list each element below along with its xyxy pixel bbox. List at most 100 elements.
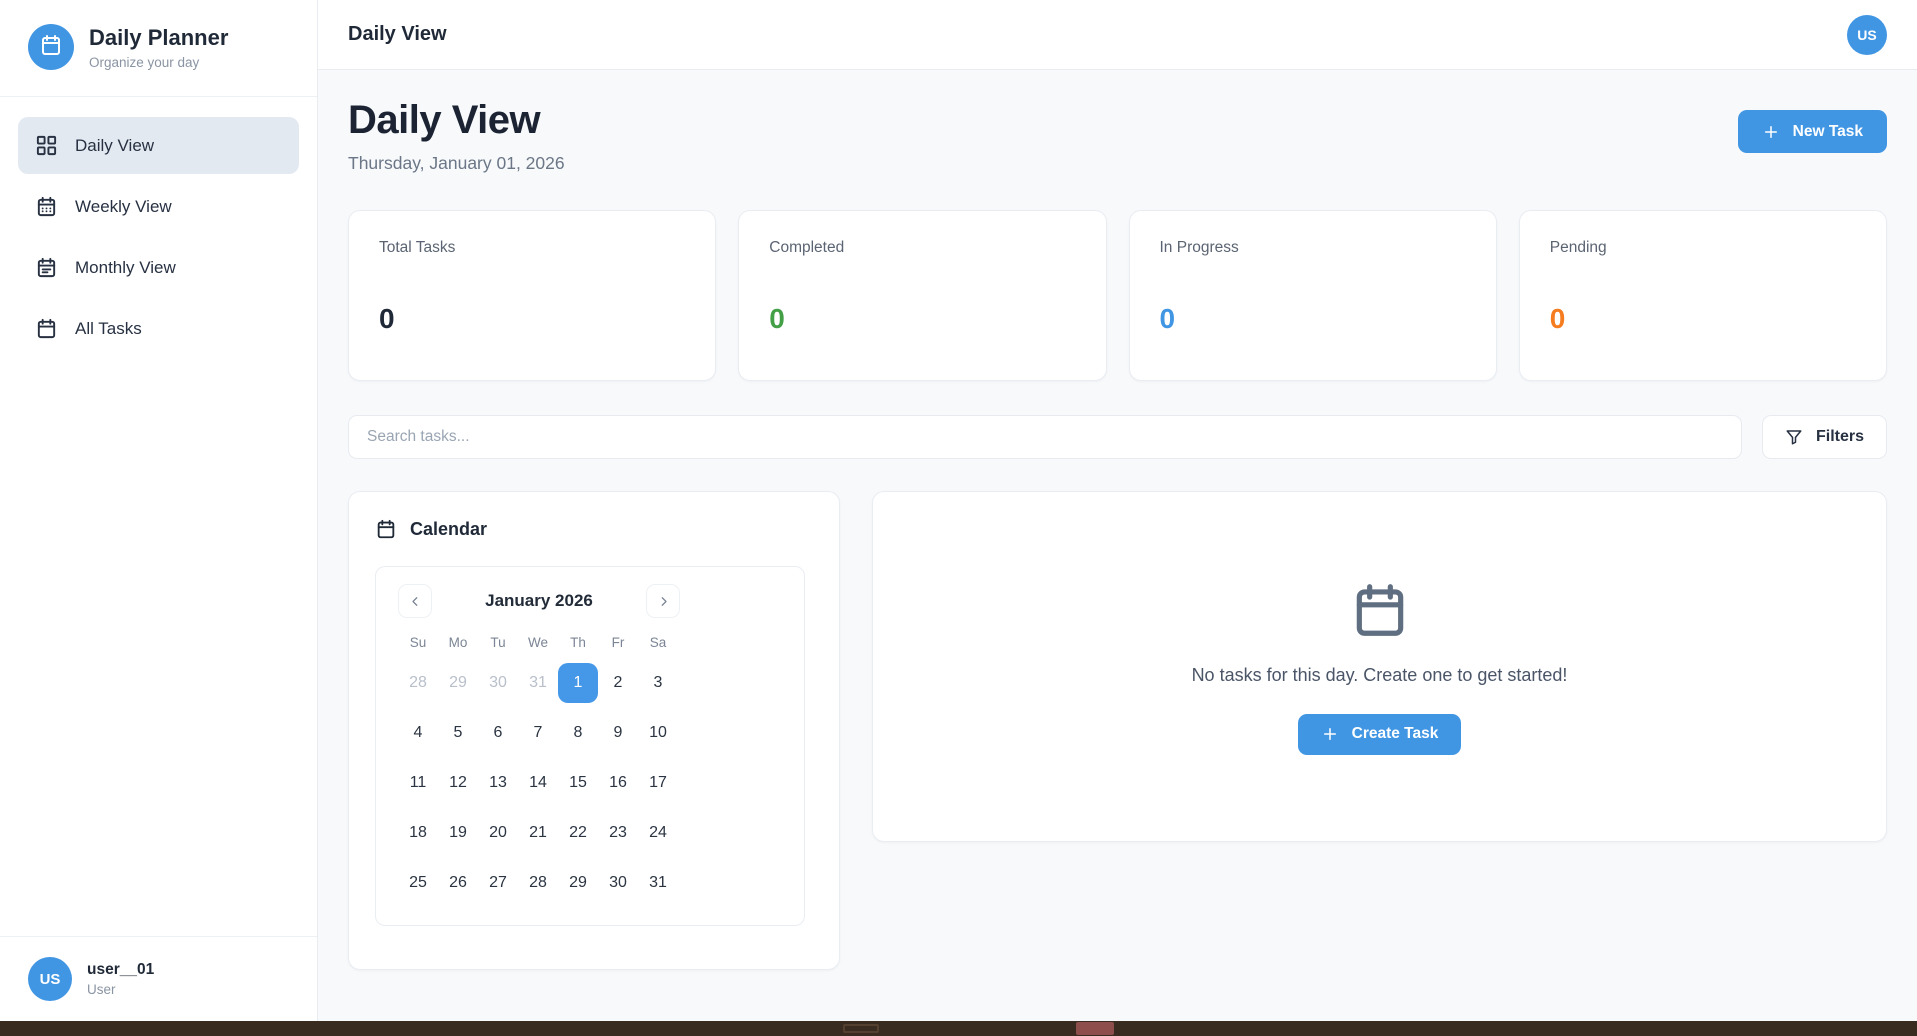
weekday-row: SuMoTuWeThFrSa	[398, 635, 680, 650]
day-cell-selected[interactable]: 1	[558, 663, 598, 703]
day-cell[interactable]: 21	[518, 813, 558, 853]
sidebar-item-monthly-view[interactable]: Monthly View	[18, 239, 299, 296]
taskbar-strip	[0, 1021, 1917, 1036]
create-task-button[interactable]: Create Task	[1298, 714, 1462, 755]
weekday-label: Mo	[438, 635, 478, 650]
stat-card-pending: Pending 0	[1519, 210, 1887, 381]
calendar-card: Calendar January 2026	[348, 491, 840, 970]
chevron-right-icon	[656, 594, 671, 609]
calendar-lines-icon	[35, 256, 58, 279]
day-cell[interactable]: 28	[518, 863, 558, 903]
page-title: Daily View	[348, 98, 565, 143]
stat-card-total-tasks: Total Tasks0	[348, 210, 716, 381]
empty-state-message: No tasks for this day. Create one to get…	[1192, 665, 1568, 686]
day-cell[interactable]: 14	[518, 763, 558, 803]
stat-value: 0	[1550, 303, 1856, 335]
app-tagline: Organize your day	[89, 55, 228, 70]
topbar-avatar[interactable]: US	[1847, 15, 1887, 55]
day-cell[interactable]: 17	[638, 763, 678, 803]
app-window: Daily Planner Organize your day Daily Vi…	[0, 0, 1917, 1021]
prev-month-button[interactable]	[398, 584, 432, 618]
sidebar-item-all-tasks[interactable]: All Tasks	[18, 300, 299, 357]
calendar-card-title: Calendar	[410, 519, 487, 540]
app-logo-section: Daily Planner Organize your day	[0, 0, 317, 97]
stat-label: Pending	[1550, 239, 1856, 257]
user-role: User	[87, 982, 154, 997]
stat-value: 0	[379, 303, 685, 335]
grid-icon	[35, 134, 58, 157]
day-cell[interactable]: 18	[398, 813, 438, 853]
day-cell[interactable]: 30	[478, 663, 518, 703]
calendar-month-label: January 2026	[485, 591, 593, 611]
sidebar-item-label: Monthly View	[75, 258, 176, 278]
day-cell[interactable]: 5	[438, 713, 478, 753]
day-cell[interactable]: 29	[438, 663, 478, 703]
day-cell[interactable]: 16	[598, 763, 638, 803]
day-cell[interactable]: 8	[558, 713, 598, 753]
sidebar: Daily Planner Organize your day Daily Vi…	[0, 0, 318, 1021]
day-cell[interactable]: 3	[638, 663, 678, 703]
next-month-button[interactable]	[646, 584, 680, 618]
weekday-label: Fr	[598, 635, 638, 650]
sidebar-item-label: All Tasks	[75, 319, 142, 339]
stat-value: 0	[1160, 303, 1466, 335]
weekday-label: Th	[558, 635, 598, 650]
day-cell[interactable]: 10	[638, 713, 678, 753]
new-task-button[interactable]: New Task	[1738, 110, 1887, 153]
day-cell[interactable]: 9	[598, 713, 638, 753]
stats-row: Total Tasks0Completed0In Progress0Pendin…	[348, 210, 1887, 381]
day-cell[interactable]: 24	[638, 813, 678, 853]
day-grid: 2829303112345678910111213141516171819202…	[398, 663, 680, 903]
stat-value: 0	[769, 303, 1075, 335]
day-cell[interactable]: 31	[518, 663, 558, 703]
day-cell[interactable]: 7	[518, 713, 558, 753]
sidebar-nav: Daily View Weekly View Monthly View All Tas…	[0, 97, 317, 936]
taskbar-item	[1076, 1022, 1114, 1035]
day-cell[interactable]: 11	[398, 763, 438, 803]
app-logo	[28, 24, 74, 70]
stat-card-completed: Completed 0	[738, 210, 1106, 381]
sidebar-user[interactable]: US user__01 User	[0, 936, 317, 1021]
day-cell[interactable]: 27	[478, 863, 518, 903]
sidebar-item-daily-view[interactable]: Daily View	[18, 117, 299, 174]
topbar: Daily View US	[318, 0, 1917, 70]
stat-label: In Progress	[1160, 239, 1466, 257]
day-cell[interactable]: 20	[478, 813, 518, 853]
funnel-icon	[1785, 428, 1803, 446]
create-task-label: Create Task	[1352, 725, 1439, 743]
new-task-label: New Task	[1793, 123, 1863, 141]
weekday-label: Su	[398, 635, 438, 650]
user-avatar: US	[28, 957, 72, 1001]
filters-button[interactable]: Filters	[1762, 415, 1887, 459]
taskbar-item	[843, 1024, 879, 1033]
day-cell[interactable]: 26	[438, 863, 478, 903]
calendar-dots-icon	[35, 195, 58, 218]
empty-state-calendar-icon	[1349, 579, 1411, 641]
plus-icon	[1321, 725, 1339, 743]
calendar-icon	[39, 33, 63, 62]
day-cell[interactable]: 6	[478, 713, 518, 753]
weekday-label: We	[518, 635, 558, 650]
search-input[interactable]	[348, 415, 1742, 459]
day-cell[interactable]: 12	[438, 763, 478, 803]
day-cell[interactable]: 25	[398, 863, 438, 903]
stat-card-in-progress: In Progress 0	[1129, 210, 1497, 381]
tasks-panel: No tasks for this day. Create one to get…	[872, 491, 1887, 842]
day-cell[interactable]: 23	[598, 813, 638, 853]
day-cell[interactable]: 2	[598, 663, 638, 703]
day-cell[interactable]: 31	[638, 863, 678, 903]
sidebar-item-label: Daily View	[75, 136, 154, 156]
day-cell[interactable]: 22	[558, 813, 598, 853]
day-cell[interactable]: 29	[558, 863, 598, 903]
day-cell[interactable]: 13	[478, 763, 518, 803]
day-cell[interactable]: 30	[598, 863, 638, 903]
user-name: user__01	[87, 961, 154, 979]
sidebar-item-weekly-view[interactable]: Weekly View	[18, 178, 299, 235]
day-cell[interactable]: 19	[438, 813, 478, 853]
calendar-icon	[35, 317, 58, 340]
day-cell[interactable]: 28	[398, 663, 438, 703]
sidebar-item-label: Weekly View	[75, 197, 172, 217]
day-cell[interactable]: 4	[398, 713, 438, 753]
day-cell[interactable]: 15	[558, 763, 598, 803]
stat-label: Completed	[769, 239, 1075, 257]
